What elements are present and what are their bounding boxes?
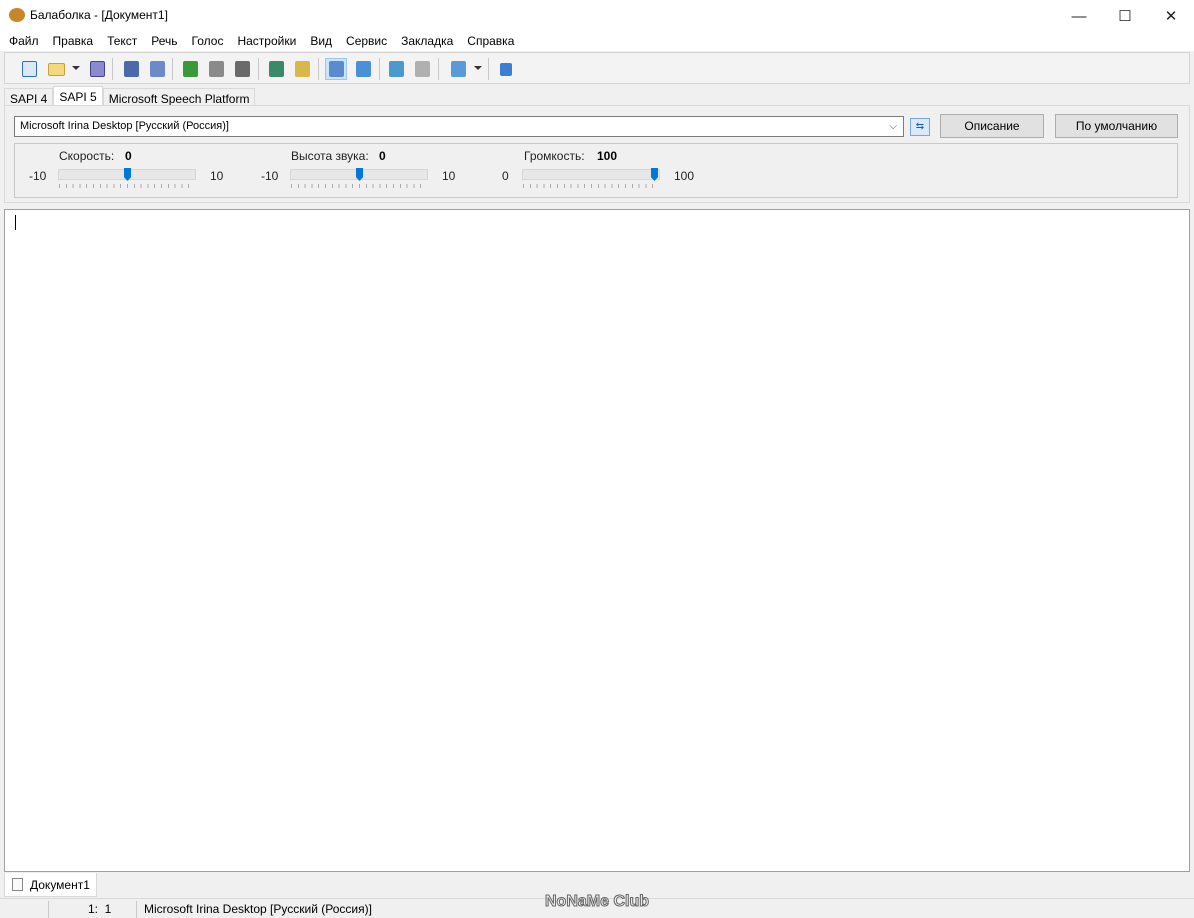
menu-bar: Файл Правка Текст Речь Голос Настройки В… xyxy=(0,32,1194,51)
chevron-down-icon: ⌵ xyxy=(889,121,897,132)
title-bar: Балаболка - [Документ1] — ☐ ✕ xyxy=(0,0,1194,32)
pitch-value: 0 xyxy=(379,149,386,163)
new-document-icon[interactable] xyxy=(18,58,40,80)
edit-text-icon[interactable] xyxy=(325,58,347,80)
add-bookmark-icon[interactable] xyxy=(385,58,407,80)
voice-select[interactable]: Microsoft Irina Desktop [Русский (Россия… xyxy=(14,116,904,137)
refresh-voices-icon[interactable]: ⇆ xyxy=(910,118,930,136)
pitch-slider-thumb[interactable] xyxy=(356,168,363,181)
pitch-label: Высота звука: xyxy=(291,149,369,163)
pitch-slider[interactable] xyxy=(290,168,428,181)
menu-file[interactable]: Файл xyxy=(2,32,46,51)
menu-speech[interactable]: Речь xyxy=(144,32,184,51)
document-tab-label: Документ1 xyxy=(30,877,90,892)
watermark: NoNaMe Club xyxy=(545,893,650,911)
menu-help[interactable]: Справка xyxy=(460,32,521,51)
window-title: Балаболка - [Документ1] xyxy=(30,8,168,22)
voice-sliders: Скорость: 0 -10 10 Высота звука: 0 -10 1… xyxy=(14,143,1178,198)
volume-ticks xyxy=(523,184,659,188)
volume-value: 100 xyxy=(597,149,618,163)
rate-max: 10 xyxy=(210,169,224,183)
describe-button[interactable]: Описание xyxy=(940,114,1044,138)
export-audio-icon[interactable] xyxy=(120,58,142,80)
volume-min: 0 xyxy=(502,169,509,183)
volume-max: 100 xyxy=(674,169,695,183)
play-icon[interactable] xyxy=(179,58,201,80)
text-editor[interactable] xyxy=(4,209,1190,872)
menu-voice[interactable]: Голос xyxy=(185,32,231,51)
pitch-min: -10 xyxy=(261,169,279,183)
cursor-position: 1: 1 xyxy=(88,902,112,916)
rate-value: 0 xyxy=(125,149,132,163)
voice-select-value: Microsoft Irina Desktop [Русский (Россия… xyxy=(20,120,229,132)
read-clipboard-icon[interactable] xyxy=(265,58,287,80)
engine-tabs: SAPI 4 SAPI 5 Microsoft Speech Platform xyxy=(4,86,256,107)
pause-icon[interactable] xyxy=(205,58,227,80)
dictionary-icon[interactable] xyxy=(447,58,469,80)
menu-text[interactable]: Текст xyxy=(100,32,144,51)
read-file-icon[interactable] xyxy=(291,58,313,80)
save-icon[interactable] xyxy=(86,58,108,80)
maximize-button[interactable]: ☐ xyxy=(1102,0,1148,32)
dictionary-dropdown-icon[interactable] xyxy=(474,66,482,70)
document-icon xyxy=(12,878,23,891)
toolbar xyxy=(4,52,1190,84)
rate-min: -10 xyxy=(29,169,47,183)
pitch-max: 10 xyxy=(442,169,456,183)
pitch-ticks xyxy=(291,184,427,188)
minimize-button[interactable]: — xyxy=(1056,0,1102,32)
tab-sapi5[interactable]: SAPI 5 xyxy=(53,86,103,107)
app-logo-icon xyxy=(9,8,25,22)
menu-tools[interactable]: Сервис xyxy=(339,32,394,51)
stop-icon[interactable] xyxy=(231,58,253,80)
rate-slider-thumb[interactable] xyxy=(124,168,131,181)
text-caret xyxy=(15,215,16,230)
rate-label: Скорость: xyxy=(59,149,115,163)
volume-slider[interactable] xyxy=(522,168,660,181)
remove-bookmark-icon[interactable] xyxy=(411,58,433,80)
status-voice: Microsoft Irina Desktop [Русский (Россия… xyxy=(144,902,372,916)
default-button[interactable]: По умолчанию xyxy=(1055,114,1178,138)
menu-settings[interactable]: Настройки xyxy=(230,32,303,51)
volume-label: Громкость: xyxy=(524,149,585,163)
menu-view[interactable]: Вид xyxy=(303,32,339,51)
rate-slider[interactable] xyxy=(58,168,196,181)
open-dropdown-icon[interactable] xyxy=(72,66,80,70)
menu-edit[interactable]: Правка xyxy=(46,32,101,51)
batch-convert-icon[interactable] xyxy=(146,58,168,80)
menu-bookmark[interactable]: Закладка xyxy=(394,32,460,51)
help-icon[interactable] xyxy=(495,58,517,80)
spelling-icon[interactable] xyxy=(352,58,374,80)
document-tab[interactable]: Документ1 xyxy=(4,873,97,897)
volume-slider-thumb[interactable] xyxy=(651,168,658,181)
close-button[interactable]: ✕ xyxy=(1148,0,1194,32)
rate-ticks xyxy=(59,184,195,188)
voice-panel: Microsoft Irina Desktop [Русский (Россия… xyxy=(4,105,1190,203)
open-folder-icon[interactable] xyxy=(45,58,67,80)
